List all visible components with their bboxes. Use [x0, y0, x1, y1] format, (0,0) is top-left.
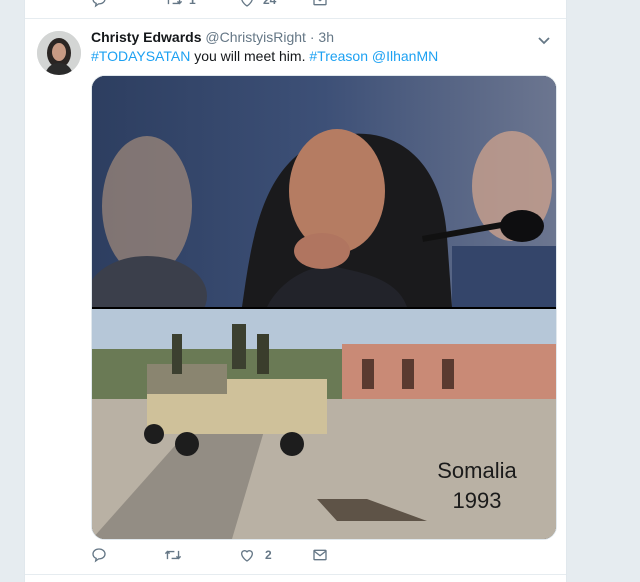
prev-like-count: 24: [263, 0, 277, 7]
mention-link[interactable]: @IlhanMN: [372, 48, 438, 64]
overlay-line-2: 1993: [452, 488, 502, 513]
like-button[interactable]: 2: [239, 547, 272, 563]
like-count: 2: [265, 548, 272, 562]
reply-button[interactable]: [91, 547, 107, 563]
timeline: 1 24 Christy Edwards @ChristyisRight · 3…: [24, 0, 567, 582]
media-photo-bottom: Somalia 1993: [92, 309, 556, 539]
direct-message-button[interactable]: [312, 547, 328, 563]
prev-dm-button[interactable]: [312, 0, 328, 8]
handle[interactable]: @ChristyisRight: [205, 29, 306, 45]
caret-down-icon: [538, 37, 550, 45]
reply-icon: [92, 0, 106, 8]
separator: ·: [309, 29, 315, 45]
like-icon: [240, 550, 254, 562]
prev-like-button[interactable]: 24: [239, 0, 276, 8]
media-photo-top: [92, 76, 556, 307]
hashtag-treason[interactable]: #Treason: [309, 48, 368, 64]
prev-retweet-button[interactable]: 1: [165, 0, 196, 8]
retweet-button[interactable]: [164, 547, 182, 563]
direct-message-icon: [313, 549, 327, 561]
reply-icon: [92, 548, 106, 563]
timestamp[interactable]: 3h: [318, 29, 334, 45]
previous-tweet-actions: 1 24: [25, 0, 566, 19]
divider: [25, 574, 566, 575]
more-options-button[interactable]: [537, 33, 551, 51]
prev-retweet-count: 1: [189, 0, 196, 7]
avatar[interactable]: [37, 31, 81, 75]
tweet[interactable]: Christy Edwards @ChristyisRight · 3h #TO…: [25, 19, 566, 582]
tweet-actions: 2: [91, 547, 555, 571]
retweet-icon: [164, 550, 182, 560]
tweet-header: Christy Edwards @ChristyisRight · 3h: [91, 29, 334, 45]
direct-message-icon: [313, 0, 327, 6]
media-overlay-caption: Somalia 1993: [422, 456, 532, 516]
tweet-media[interactable]: Somalia 1993: [91, 75, 557, 540]
display-name[interactable]: Christy Edwards: [91, 29, 201, 45]
like-icon: [241, 0, 253, 7]
prev-reply-button[interactable]: [91, 0, 107, 8]
hashtag-todaysatan[interactable]: #TODAYSATAN: [91, 48, 190, 64]
tweet-text-part: you will meet him.: [190, 48, 310, 64]
tweet-text: #TODAYSATAN you will meet him. #Treason …: [91, 48, 438, 64]
retweet-icon: [167, 0, 183, 5]
overlay-line-1: Somalia: [437, 458, 517, 483]
